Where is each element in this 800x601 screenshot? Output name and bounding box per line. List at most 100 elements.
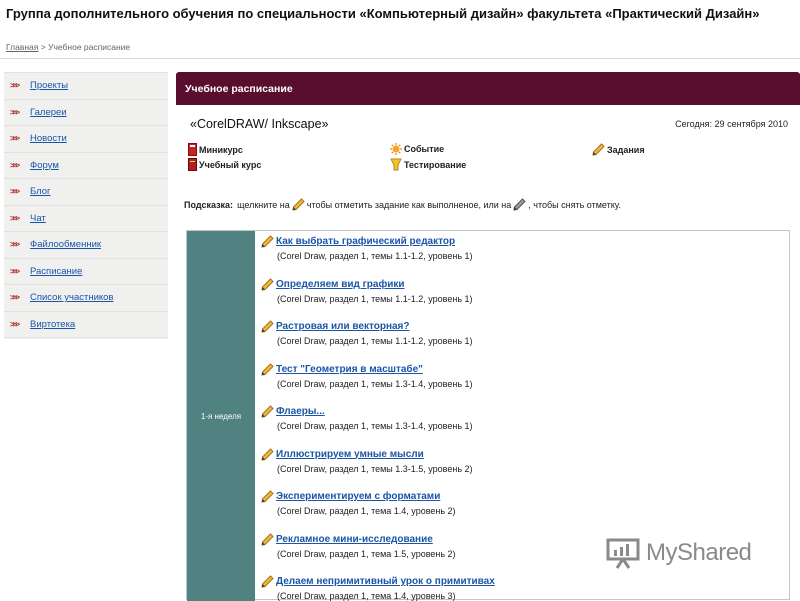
task-meta: (Corel Draw, раздел 1, темы 1.1-1.2, уро…: [277, 336, 473, 346]
triple-chevron-icon: >>>: [10, 107, 20, 117]
task-item: Флаеры... (Corel Draw, раздел 1, темы 1.…: [261, 405, 781, 431]
hint-text: Подсказка: щелкните на чтобы отметить за…: [184, 198, 621, 211]
sidebar-item-forum[interactable]: >>> Форум: [4, 153, 168, 179]
week-label: 1-я неделя: [187, 231, 255, 601]
legend-testing: Тестирование: [390, 158, 466, 171]
legend-event: Событие: [390, 143, 444, 155]
sidebar-item-label[interactable]: Файлообменник: [30, 239, 101, 250]
triple-chevron-icon: >>>: [10, 213, 20, 223]
sidebar-item-label[interactable]: Чат: [30, 213, 46, 224]
top-divider: [0, 58, 800, 59]
hint-bold: Подсказка:: [184, 199, 234, 210]
task-meta: (Corel Draw, раздел 1, темы 1.3-1.5, уро…: [277, 463, 473, 474]
sidebar-item-label[interactable]: Новости: [30, 133, 67, 144]
task-item: Растровая или векторная? (Corel Draw, ра…: [261, 320, 781, 346]
breadcrumb: Главная > Учебное расписание: [6, 42, 130, 52]
task-meta: (Corel Draw, раздел 1, темы 1.1-1.2, уро…: [277, 251, 473, 261]
legend-tasks: Задания: [592, 143, 645, 156]
course-book-icon: [188, 158, 197, 171]
sidebar-item-label[interactable]: Проекты: [30, 80, 68, 91]
pencil-icon: [292, 198, 305, 211]
task-item: Как выбрать графический редактор (Corel …: [261, 235, 781, 261]
legend-minicourse: Миникурс: [188, 143, 243, 156]
main-panel: Учебное расписание «CorelDRAW/ Inkscape»…: [176, 72, 800, 601]
task-link[interactable]: Флаеры...: [276, 406, 325, 417]
event-sun-icon: [390, 143, 402, 155]
hint-part2: чтобы отметить задание как выполненое, и…: [306, 199, 512, 210]
task-link[interactable]: Иллюстрируем умные мысли: [276, 449, 424, 460]
pencil-icon[interactable]: [261, 362, 274, 376]
triple-chevron-icon: >>>: [10, 319, 20, 329]
sidebar-item-label[interactable]: Список участников: [30, 292, 113, 303]
sidebar-item-file-exchange[interactable]: >>> Файлообменник: [4, 232, 168, 259]
sidebar-item-label[interactable]: Виртотека: [30, 319, 75, 330]
sidebar-item-chat[interactable]: >>> Чат: [4, 206, 168, 232]
sidebar-item-label[interactable]: Расписание: [30, 266, 82, 277]
watermark-text: MyShared: [646, 539, 752, 566]
hint-part3: , чтобы снять отметку.: [528, 199, 621, 210]
sidebar-item-label[interactable]: Форум: [30, 160, 59, 171]
page-title: Группа дополнительного обучения по специ…: [6, 6, 760, 21]
sidebar-item-galleries[interactable]: >>> Галереи: [4, 100, 168, 126]
sidebar-item-label[interactable]: Галереи: [30, 107, 67, 118]
pencil-icon[interactable]: [261, 447, 274, 461]
hint-part1: щелкните на: [237, 199, 290, 210]
pencil-icon[interactable]: [261, 532, 274, 546]
course-title: «CorelDRAW/ Inkscape»: [190, 117, 329, 131]
triple-chevron-icon: >>>: [10, 293, 20, 303]
triple-chevron-icon: >>>: [10, 240, 20, 250]
sidebar-item-members[interactable]: >>> Список участников: [4, 285, 168, 312]
task-link[interactable]: Экспериментируем с форматами: [276, 491, 440, 502]
sidebar-item-library[interactable]: >>> Виртотека: [4, 312, 168, 338]
task-meta: (Corel Draw, раздел 1, темы 1.3-1.4, уро…: [277, 421, 473, 431]
legend-minicourse-label: Миникурс: [199, 144, 243, 155]
breadcrumb-separator: >: [40, 42, 46, 52]
sidebar-item-label[interactable]: Блог: [30, 186, 51, 197]
sidebar: >>> Проекты >>> Галереи >>> Новости >>> Фору…: [4, 72, 168, 339]
sidebar-item-projects[interactable]: >>> Проекты: [4, 73, 168, 100]
task-meta: (Corel Draw, раздел 1, темы 1.3-1.4, уро…: [277, 378, 473, 389]
task-link[interactable]: Определяем вид графики: [276, 279, 405, 290]
triple-chevron-icon: >>>: [10, 134, 20, 144]
task-link[interactable]: Растровая или векторная?: [276, 321, 410, 332]
watermark: MyShared: [606, 537, 752, 569]
presentation-board-icon: [606, 538, 640, 569]
gray-pencil-icon: [513, 198, 527, 211]
task-meta: (Corel Draw, раздел 1, тема 1.4, уровень…: [277, 506, 456, 516]
task-link[interactable]: Как выбрать графический редактор: [276, 236, 455, 247]
pencil-icon[interactable]: [261, 490, 274, 503]
triple-chevron-icon: >>>: [10, 266, 20, 276]
legend-course: Учебный курс: [188, 158, 261, 171]
pencil-icon[interactable]: [261, 575, 274, 588]
sidebar-item-news[interactable]: >>> Новости: [4, 126, 168, 153]
sidebar-item-blog[interactable]: >>> Блог: [4, 179, 168, 206]
triple-chevron-icon: >>>: [10, 81, 20, 91]
triple-chevron-icon: >>>: [10, 187, 20, 197]
triple-chevron-icon: >>>: [10, 160, 20, 170]
today-date: Сегодня: 29 сентября 2010: [675, 119, 788, 129]
breadcrumb-current: Учебное расписание: [48, 42, 131, 52]
task-meta: (Corel Draw, раздел 1, темы 1.1-1.2, уро…: [277, 293, 473, 304]
section-header: Учебное расписание: [176, 72, 800, 105]
pencil-icon: [592, 143, 605, 156]
breadcrumb-home-link[interactable]: Главная: [6, 42, 38, 52]
legend-event-label: Событие: [404, 144, 445, 154]
minicourse-icon: [188, 143, 197, 156]
task-item: Экспериментируем с форматами (Corel Draw…: [261, 490, 781, 516]
legend-testing-label: Тестирование: [404, 159, 467, 170]
task-item: Тест "Геометрия в масштабе" (Corel Draw,…: [261, 362, 781, 389]
task-item: Иллюстрируем умные мысли (Corel Draw, ра…: [261, 447, 781, 474]
testing-icon: [390, 158, 402, 171]
legend-tasks-label: Задания: [607, 144, 645, 155]
legend-course-label: Учебный курс: [199, 159, 262, 170]
pencil-icon[interactable]: [261, 320, 274, 333]
pencil-icon[interactable]: [261, 235, 274, 248]
task-link[interactable]: Делаем непримитивный урок о примитивах: [276, 576, 495, 587]
task-item: Определяем вид графики (Corel Draw, разд…: [261, 277, 781, 304]
pencil-icon[interactable]: [261, 405, 274, 418]
task-link[interactable]: Рекламное мини-исследование: [276, 534, 433, 545]
sidebar-item-schedule[interactable]: >>> Расписание: [4, 259, 168, 285]
task-link[interactable]: Тест "Геометрия в масштабе": [276, 364, 423, 375]
task-item: Делаем непримитивный урок о примитивах (…: [261, 575, 781, 601]
pencil-icon[interactable]: [261, 277, 274, 291]
